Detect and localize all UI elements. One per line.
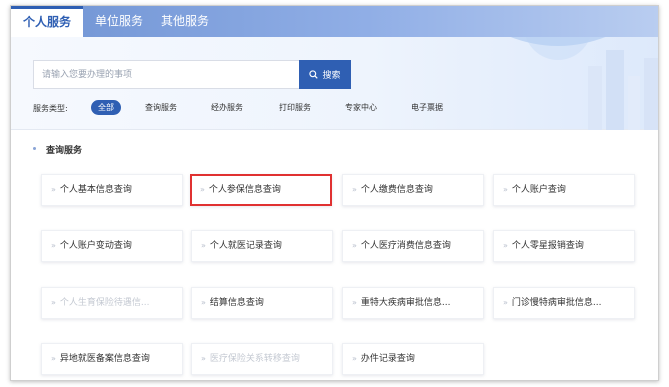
filter-chip-handling[interactable]: 经办服务 xyxy=(211,100,243,115)
service-card-label: 门诊慢特病审批信息... xyxy=(511,298,602,308)
section-title: 查询服务 xyxy=(46,146,83,156)
service-card-label: 个人基本信息查询 xyxy=(59,185,132,195)
service-card[interactable]: » 重特大疾病审批信息... xyxy=(342,287,484,319)
service-card[interactable]: » 个人基本信息查询 xyxy=(41,174,183,206)
search-icon xyxy=(309,70,319,79)
tab-unit-services[interactable]: 单位服务 xyxy=(95,6,151,37)
service-card-label: 个人账户查询 xyxy=(511,185,566,195)
service-card[interactable]: » 个人就医记录查询 xyxy=(191,230,333,262)
tab-other-services[interactable]: 其他服务 xyxy=(161,6,217,37)
chevron-right-icon: » xyxy=(503,241,508,250)
chevron-right-icon: » xyxy=(201,298,206,307)
service-card-label: 个人参保信息查询 xyxy=(208,185,281,195)
service-card-label: 个人零星报销查询 xyxy=(511,241,584,251)
filter-chip-print[interactable]: 打印服务 xyxy=(279,100,311,115)
search-input[interactable] xyxy=(33,60,301,89)
filter-chip-query[interactable]: 查询服务 xyxy=(145,100,177,115)
chevron-right-icon: » xyxy=(51,241,56,250)
service-card-label: 个人生育保险待遇信... xyxy=(59,298,150,308)
chevron-right-icon: » xyxy=(51,298,56,307)
service-card-label: 异地就医备案信息查询 xyxy=(59,354,150,364)
service-card[interactable]: » 结算信息查询 xyxy=(191,287,333,319)
service-card-label: 办件记录查询 xyxy=(360,354,415,364)
chevron-right-icon: » xyxy=(352,185,357,194)
chevron-right-icon: » xyxy=(503,298,508,307)
section-bullet xyxy=(33,147,36,150)
chevron-right-icon: » xyxy=(51,354,56,363)
chevron-right-icon: » xyxy=(352,298,357,307)
service-card-label: 个人医疗消费信息查询 xyxy=(360,241,451,251)
service-card[interactable]: » 个人参保信息查询 xyxy=(190,174,332,206)
service-card[interactable]: » 异地就医备案信息查询 xyxy=(41,343,183,375)
chevron-right-icon: » xyxy=(352,241,357,250)
chevron-right-icon: » xyxy=(200,185,205,194)
tab-personal-services[interactable]: 个人服务 xyxy=(11,6,83,37)
chevron-right-icon: » xyxy=(201,241,206,250)
filter-label: 服务类型: xyxy=(33,104,68,113)
chevron-right-icon: » xyxy=(503,185,508,194)
service-card[interactable]: » 办件记录查询 xyxy=(342,343,484,375)
service-card[interactable]: » 医疗保险关系转移查询 xyxy=(191,343,333,375)
service-card[interactable]: » 个人账户变动查询 xyxy=(41,230,183,262)
service-card-label: 重特大疾病审批信息... xyxy=(360,298,451,308)
search-button[interactable]: 搜索 xyxy=(299,60,351,89)
service-tabs: 个人服务 单位服务 其他服务 xyxy=(11,6,658,37)
filter-chip-experts[interactable]: 专家中心 xyxy=(345,100,377,115)
filter-chip-e-invoice[interactable]: 电子票据 xyxy=(411,100,443,115)
chevron-right-icon: » xyxy=(352,354,357,363)
service-card[interactable]: » 个人账户查询 xyxy=(493,174,635,206)
browser-frame: 个人服务 单位服务 其他服务 搜索 服务类型: 全部 查询服务 经办服务 打印服… xyxy=(10,5,659,381)
chevron-right-icon: » xyxy=(201,354,206,363)
service-card-label: 个人账户变动查询 xyxy=(59,241,132,251)
search-button-label: 搜索 xyxy=(322,70,341,80)
service-card[interactable]: » 个人缴费信息查询 xyxy=(342,174,484,206)
service-card[interactable]: » 个人零星报销查询 xyxy=(493,230,635,262)
service-card-label: 结算信息查询 xyxy=(209,298,264,308)
service-card[interactable]: » 门诊慢特病审批信息... xyxy=(493,287,635,319)
service-card[interactable]: » 个人生育保险待遇信... xyxy=(41,287,183,319)
chevron-right-icon: » xyxy=(51,185,56,194)
service-card[interactable]: » 个人医疗消费信息查询 xyxy=(342,230,484,262)
service-card-label: 医疗保险关系转移查询 xyxy=(209,354,300,364)
service-card-label: 个人缴费信息查询 xyxy=(360,185,433,195)
service-card-label: 个人就医记录查询 xyxy=(209,241,282,251)
filter-chip-all[interactable]: 全部 xyxy=(91,100,121,115)
